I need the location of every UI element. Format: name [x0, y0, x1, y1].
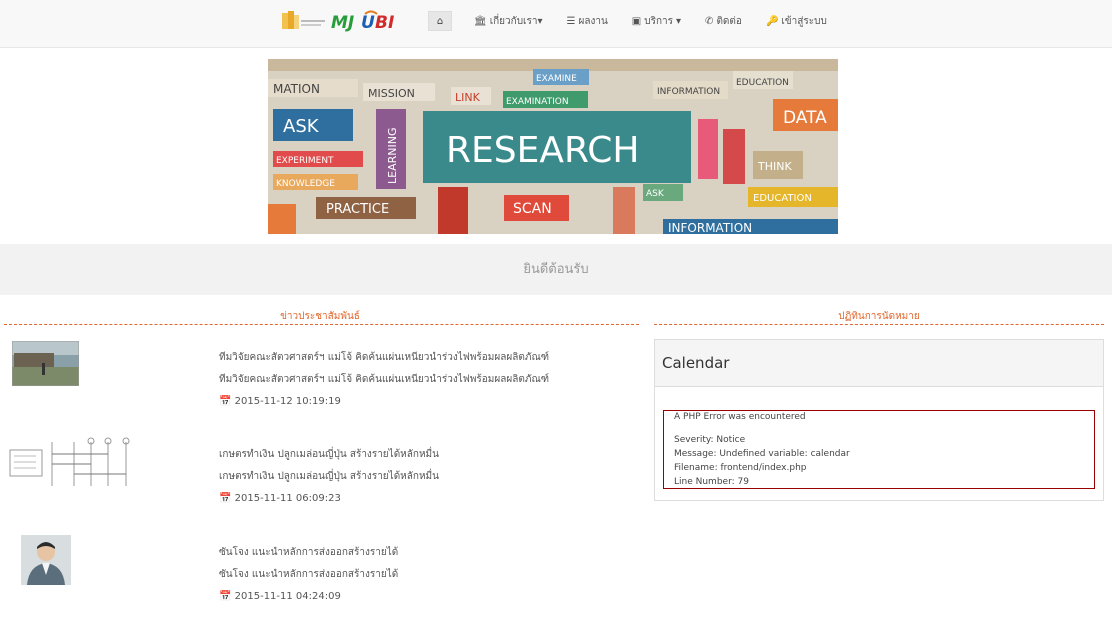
svg-text:INFORMATION: INFORMATION: [668, 221, 752, 234]
activities-section-title: ปฏิทินการนัดหมาย: [838, 311, 920, 322]
news-thumbnail[interactable]: [21, 535, 71, 585]
caret-down-icon: ▾: [537, 15, 543, 27]
home-button[interactable]: ⌂: [428, 11, 452, 31]
university-logo[interactable]: [281, 10, 327, 32]
caret-down-icon: ▾: [676, 15, 682, 27]
svg-text:U: U: [361, 13, 375, 32]
home-icon: ⌂: [436, 15, 444, 27]
svg-text:MISSION: MISSION: [368, 87, 415, 100]
news-text: ทีมวิจัยคณะสัตวศาสตร์ฯ แม่โจ้ คิดค้นแผ่น…: [219, 347, 549, 413]
news-headline[interactable]: ซันโจง แนะนำหลักการส่งออกสร้างรายได้: [219, 542, 398, 564]
welcome-heading: ยินดีต้อนรับ: [523, 262, 589, 277]
nav-item-services[interactable]: ▣ บริการ ▾: [632, 14, 681, 29]
nav-item-label: เข้าสู่ระบบ: [781, 15, 827, 27]
svg-text:ASK: ASK: [283, 116, 320, 137]
news-thumbnail[interactable]: [12, 341, 79, 386]
news-divider: [4, 324, 639, 325]
key-icon: 🔑: [765, 15, 779, 27]
news-text: เกษตรทำเงิน ปลูกเมล่อนญี่ปุ่น สร้างรายได…: [219, 444, 439, 510]
news-date: 📅 2015-11-11 06:09:23: [219, 493, 341, 504]
nav-item-label: บริการ: [644, 15, 674, 27]
calendar-icon: 📅: [219, 591, 232, 602]
error-heading: A PHP Error was encountered: [674, 412, 806, 422]
svg-text:BI: BI: [375, 13, 394, 32]
svg-text:EDUCATION: EDUCATION: [736, 78, 789, 88]
svg-text:LEARNING: LEARNING: [386, 128, 399, 184]
nav-item-label: ติดต่อ: [716, 15, 742, 27]
nav-item-label: ผลงาน: [578, 15, 608, 27]
error-line-number: Line Number: 79: [674, 477, 749, 487]
svg-text:RESEARCH: RESEARCH: [446, 130, 639, 171]
nav-item-contact[interactable]: ✆ ติดต่อ: [705, 14, 742, 29]
top-navbar: MJ U BI ⌂ 🏛 เกี่ยวกับเรา ▾ ☰ ผลงาน ▣ บริ…: [0, 0, 1112, 48]
news-summary: ซันโจง แนะนำหลักการส่งออกสร้างรายได้: [219, 569, 399, 580]
svg-text:SCAN: SCAN: [513, 201, 552, 217]
welcome-band: ยินดีต้อนรับ: [0, 244, 1112, 295]
svg-text:ASK: ASK: [646, 189, 665, 199]
error-severity: Severity: Notice: [674, 435, 746, 445]
news-headline[interactable]: เกษตรทำเงิน ปลูกเมล่อนญี่ปุ่น สร้างรายได…: [219, 444, 439, 466]
nav-item-label: เกี่ยวกับเรา: [489, 15, 538, 27]
nav-item-works[interactable]: ☰ ผลงาน: [567, 14, 608, 29]
news-thumbnail[interactable]: [8, 436, 130, 488]
news-date: 📅 2015-11-11 04:24:09: [219, 591, 341, 602]
svg-text:EXAMINATION: EXAMINATION: [506, 97, 569, 107]
news-date: 📅 2015-11-12 10:19:19: [219, 396, 341, 407]
svg-text:EXAMINE: EXAMINE: [536, 74, 577, 84]
news-text: ซันโจง แนะนำหลักการส่งออกสร้างรายได้ ซัน…: [219, 542, 398, 608]
svg-text:PRACTICE: PRACTICE: [326, 202, 389, 217]
svg-text:LINK: LINK: [455, 91, 481, 104]
php-error-box: A PHP Error was encountered Severity: No…: [663, 410, 1095, 489]
nav-menu: ⌂ 🏛 เกี่ยวกับเรา ▾ ☰ ผลงาน ▣ บริการ ▾ ✆ …: [428, 10, 851, 32]
list-icon: ☰: [566, 15, 576, 27]
calendar-icon: 📅: [219, 493, 232, 504]
news-section-title: ข่าวประชาสัมพันธ์: [280, 311, 360, 322]
svg-text:THINK: THINK: [757, 160, 792, 173]
calendar-icon: 📅: [219, 396, 232, 407]
institution-icon: 🏛: [474, 15, 487, 27]
svg-text:EXPERIMENT: EXPERIMENT: [276, 156, 334, 166]
svg-text:MJ: MJ: [331, 13, 354, 32]
calendar-panel: Calendar A PHP Error was encountered Sev…: [654, 339, 1104, 501]
nav-item-about[interactable]: 🏛 เกี่ยวกับเรา ▾: [474, 14, 543, 29]
svg-text:INFORMATION: INFORMATION: [657, 87, 720, 97]
svg-text:MATION: MATION: [273, 82, 320, 96]
calendar-heading: Calendar: [655, 340, 1103, 387]
error-message: Message: Undefined variable: calendar: [674, 449, 850, 459]
phone-icon: ✆: [705, 15, 714, 27]
svg-text:DATA: DATA: [783, 108, 827, 128]
news-summary: เกษตรทำเงิน ปลูกเมล่อนญี่ปุ่น สร้างรายได…: [219, 471, 439, 482]
svg-text:KNOWLEDGE: KNOWLEDGE: [276, 179, 335, 189]
error-filename: Filename: frontend/index.php: [674, 463, 807, 473]
svg-text:EDUCATION: EDUCATION: [753, 193, 812, 204]
mjubi-logo[interactable]: MJ U BI: [331, 10, 411, 32]
research-banner-image: MATION MISSION LINK EXAMINE EXAMINATION …: [268, 59, 838, 234]
checkbox-icon: ▣: [631, 15, 642, 27]
news-headline[interactable]: ทีมวิจัยคณะสัตวศาสตร์ฯ แม่โจ้ คิดค้นแผ่น…: [219, 347, 549, 369]
nav-item-login[interactable]: 🔑 เข้าสู่ระบบ: [766, 14, 827, 29]
news-summary: ทีมวิจัยคณะสัตวศาสตร์ฯ แม่โจ้ คิดค้นแผ่น…: [219, 374, 550, 385]
activities-divider: [654, 324, 1104, 325]
